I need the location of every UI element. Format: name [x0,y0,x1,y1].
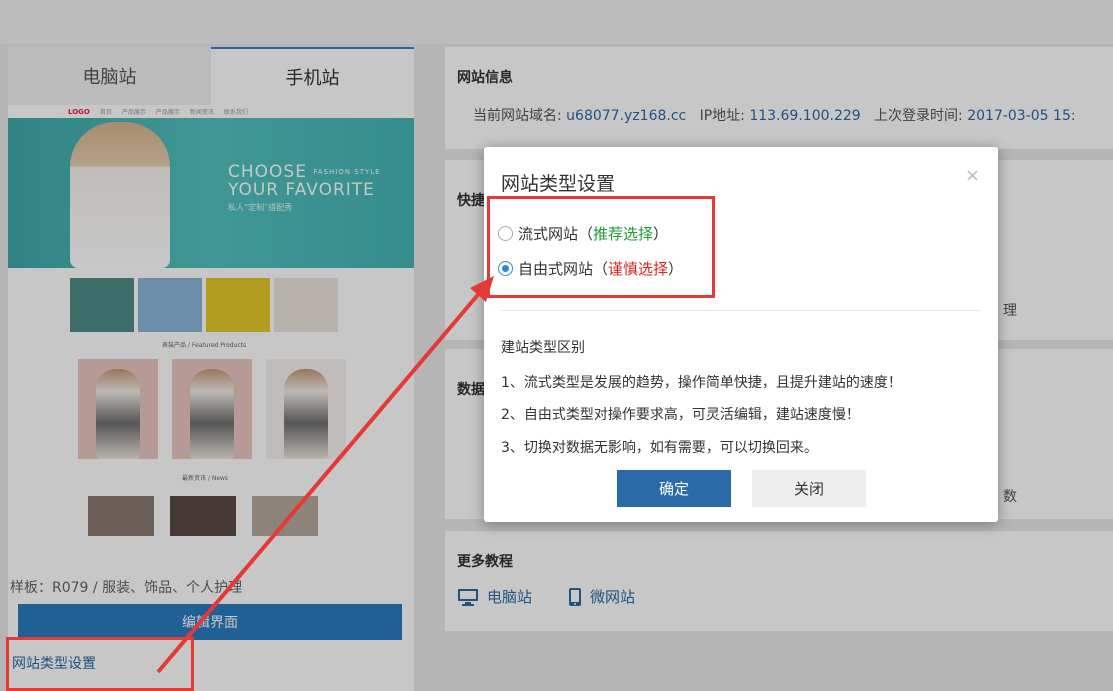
last-login-time: 2017-03-05 15: [967,108,1076,124]
news-image [88,496,154,536]
quick-fragment: 理 [1003,303,1017,319]
banner-line1: CHOOSE FASHION STYLE [228,162,381,182]
radio-button[interactable] [498,226,513,241]
close-icon[interactable]: × [965,165,980,186]
site-info-row: 当前网站域名: u68077.yz168.cc IP地址: 113.69.100… [473,108,1076,124]
product-image [172,359,252,459]
news-image [170,496,236,536]
more-tutorials-card: 更多教程 电脑站 微网站 [445,531,1113,631]
quick-title: 快捷 [457,193,485,209]
modal-title: 网站类型设置 [501,173,616,195]
thumb-image [274,278,338,332]
more-tutorials-title: 更多教程 [457,554,513,570]
template-panel: 电脑站 手机站 LOGO 首页 产品展示 产品展示 新闻资讯 联系我们 CHOO… [8,47,414,691]
preview-products [8,349,414,459]
site-tabs: 电脑站 手机站 [8,47,414,105]
preview-section-label: 表装产品 / Featured Products [162,342,247,349]
news-image [252,496,318,536]
domain-link[interactable]: u68077.yz168.cc [566,108,686,124]
difference-item: 1、流式类型是发展的趋势，操作简单快捷，且提升建站的速度！ [501,375,902,391]
preview-nav-item: 产品展示 [155,109,180,116]
data-title: 数据 [457,382,485,398]
link-highlight-box [6,637,194,691]
ip-value: 113.69.100.229 [749,108,861,124]
radio-button-selected[interactable] [498,261,513,276]
close-button[interactable]: 关闭 [752,470,866,507]
preview-thumbs [8,268,414,332]
preview-section-label: 最新资讯 / News [182,475,229,482]
data-fragment: 数 [1003,489,1017,505]
confirm-button[interactable]: 确定 [617,470,731,507]
edit-interface-button[interactable]: 编辑界面 [18,604,402,640]
tab-pc-site[interactable]: 电脑站 [8,47,211,105]
site-info-card: 网站信息 当前网站域名: u68077.yz168.cc IP地址: 113.6… [445,47,1113,149]
thumb-image [70,278,134,332]
site-type-modal: 网站类型设置 × 流式网站（ 推荐选择） 自由式网站（ 谨慎选择） 建站类型区别 1… [484,147,998,522]
thumb-image [206,278,270,332]
difference-item: 2、自由式类型对操作要求高，可灵活编辑，建站速度慢！ [501,407,860,423]
preview-nav-item: 联系我们 [223,109,248,116]
site-info-title: 网站信息 [457,70,513,86]
product-image [266,359,346,459]
tutorial-mobile-link[interactable]: 微网站 [568,586,635,607]
preview-nav: LOGO 首页 产品展示 产品展示 新闻资讯 联系我们 [8,105,414,118]
option-fluid-site[interactable]: 流式网站（ 推荐选择） [498,223,668,244]
preview-banner: CHOOSE FASHION STYLE YOUR FAVORITE 私人“定制… [8,118,414,268]
preview-nav-item: 新闻资讯 [189,109,214,116]
preview-nav-item: 首页 [99,109,112,116]
phone-icon [569,587,582,606]
difference-title: 建站类型区别 [501,340,585,356]
tutorial-pc-link[interactable]: 电脑站 [457,586,532,607]
option-free-site[interactable]: 自由式网站（ 谨慎选择） [498,258,683,279]
recommend-hint: 推荐选择 [593,225,654,243]
options-highlight-box [487,196,715,298]
banner-line2: YOUR FAVORITE [228,180,375,200]
product-image [78,359,158,459]
template-preview: LOGO 首页 产品展示 产品展示 新闻资讯 联系我们 CHOOSE FASHI… [8,105,414,557]
divider [501,310,981,311]
top-band [0,0,1113,44]
banner-sub: 私人“定制”搭配秀 [228,203,293,212]
tab-mobile-site[interactable]: 手机站 [211,47,414,105]
more-tutorials-links: 电脑站 微网站 [457,586,635,607]
preview-news-images [8,482,414,536]
difference-item: 3、切换对数据无影响，如有需要，可以切换回来。 [501,440,818,456]
caution-hint: 谨慎选择 [608,260,669,278]
thumb-image [138,278,202,332]
monitor-icon [458,588,478,606]
preview-logo: LOGO [68,107,90,116]
template-info: 样板：R079 / 服装、饰品、个人护理 [10,580,243,596]
preview-nav-item: 产品展示 [121,109,146,116]
banner-model-image [70,122,170,268]
